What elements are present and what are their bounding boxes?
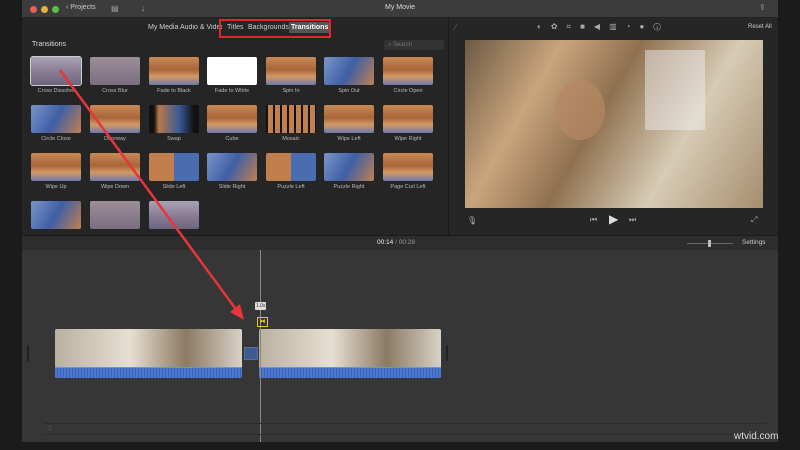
watermark: wtvid.com bbox=[734, 431, 779, 442]
annotation-arrow bbox=[58, 69, 244, 320]
arrow-line bbox=[58, 69, 240, 313]
arrow-head bbox=[230, 304, 244, 320]
